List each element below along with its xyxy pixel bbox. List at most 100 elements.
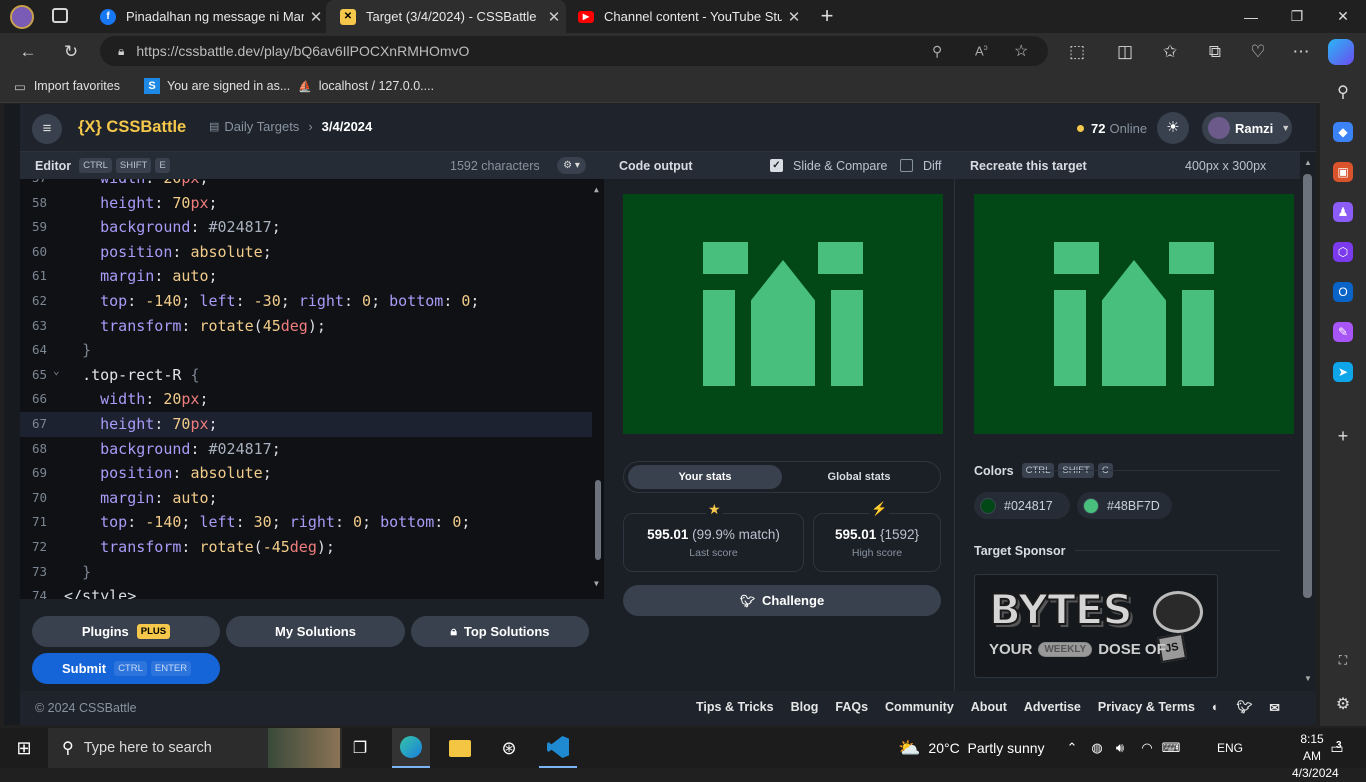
menu-icon[interactable]: ≡ (32, 114, 62, 144)
slide-compare-label[interactable]: Slide & Compare (793, 159, 888, 173)
code-editor[interactable]: 57 width: 20px;58 height: 70px;59 backgr… (20, 179, 604, 599)
color-chip-light[interactable]: #48BF7D (1077, 492, 1172, 519)
target-image[interactable] (974, 194, 1294, 434)
address-bar[interactable]: 🔒︎ https://cssbattle.dev/play/bQ6av6IlPO… (100, 36, 1048, 66)
theme-toggle-button[interactable]: ☀ (1157, 112, 1189, 144)
screenshot-icon[interactable]: ⛶ (1333, 650, 1353, 670)
close-window-button[interactable]: ✕ (1320, 0, 1366, 33)
code-line[interactable]: 70 margin: auto; (20, 486, 604, 511)
diff-checkbox[interactable] (900, 159, 913, 172)
challenge-button[interactable]: 🐦︎ Challenge (623, 585, 941, 616)
code-line[interactable]: 65 .top-rect-R {⌄ (20, 363, 604, 388)
split-screen-icon[interactable]: ◫ (1110, 37, 1140, 67)
taskbar-search[interactable]: ⚲ Type here to search (48, 728, 342, 768)
favorite-localhost[interactable]: ⛵ localhost / 127.0.0.... (298, 70, 434, 102)
code-line[interactable]: 74 </style> (20, 584, 604, 599)
editor-scrollbar[interactable]: ▲ ▼ (592, 179, 604, 599)
volume-icon[interactable]: 🔊︎ (1109, 728, 1131, 768)
file-explorer-icon[interactable] (441, 728, 479, 768)
scroll-thumb[interactable] (1303, 174, 1312, 598)
favorite-star-icon[interactable]: ☆ (1014, 41, 1028, 61)
code-line[interactable]: 58 height: 70px; (20, 191, 604, 216)
slide-compare-checkbox[interactable]: ✓ (770, 159, 783, 172)
twitter-icon[interactable]: 🐦︎ (1236, 700, 1252, 715)
code-line[interactable]: 72 transform: rotate(-45deg); (20, 535, 604, 560)
footer-link-about[interactable]: About (971, 700, 1007, 715)
refresh-button[interactable]: ↻ (56, 37, 86, 67)
settings-gear-icon[interactable]: ⚙ (1333, 694, 1353, 714)
footer-link-faqs[interactable]: FAQs (835, 700, 868, 715)
scroll-up-arrow[interactable]: ▲ (594, 185, 599, 194)
mail-icon[interactable]: ✉ (1269, 700, 1279, 715)
breadcrumb-daily-targets[interactable]: Daily Targets (224, 119, 299, 134)
color-chip-dark[interactable]: #024817 (974, 492, 1070, 519)
shopping-tag-icon[interactable]: ◆ (1333, 122, 1353, 142)
copilot-icon[interactable] (1328, 39, 1354, 65)
weather-widget[interactable]: ⛅ 20°C Partly sunny (898, 728, 1045, 768)
outlook-icon[interactable]: O (1333, 282, 1353, 302)
scroll-thumb[interactable] (595, 480, 601, 560)
network-icon[interactable]: ◠ (1136, 728, 1158, 768)
code-line[interactable]: 68 background: #024817; (20, 437, 604, 462)
profile-avatar[interactable] (10, 5, 34, 29)
tools-briefcase-icon[interactable]: ▣ (1333, 162, 1353, 182)
footer-link-tips[interactable]: Tips & Tricks (696, 700, 774, 715)
code-line[interactable]: 71 top: -140; left: 30; right: 0; bottom… (20, 510, 604, 535)
windows-start-icon[interactable]: ⊞ (0, 728, 48, 768)
code-line[interactable]: 62 top: -140; left: -30; right: 0; botto… (20, 289, 604, 314)
my-solutions-button[interactable]: My Solutions (226, 616, 405, 647)
close-tab-icon[interactable]: ✕ (542, 8, 566, 26)
editor-settings-button[interactable]: ⚙ ▾ (557, 157, 586, 174)
code-line[interactable]: 60 position: absolute; (20, 240, 604, 265)
code-line[interactable]: 73 } (20, 560, 604, 585)
games-icon[interactable]: ♟ (1333, 202, 1353, 222)
microsoft-365-icon[interactable]: ⬡ (1333, 242, 1353, 262)
keyboard-icon[interactable]: ⌨ (1160, 728, 1182, 768)
sponsor-ad-bytes[interactable]: BYTES JS YOUR WEEKLY DOSE OF (974, 574, 1218, 678)
notification-center-icon[interactable]: ▭ 3 (1322, 728, 1352, 768)
plugins-button[interactable]: Plugins PLUS (32, 616, 220, 647)
favorite-signed-in[interactable]: S You are signed in as... (144, 70, 290, 102)
add-sidebar-icon[interactable]: + (1333, 426, 1353, 446)
extensions-icon[interactable]: ⬚ (1062, 37, 1092, 67)
tab-cssbattle[interactable]: ✕ Target (3/4/2024) - CSSBattle ✕ (326, 0, 566, 33)
show-hidden-icons[interactable]: ⌃ (1062, 728, 1082, 768)
send-icon[interactable]: ➤ (1333, 362, 1353, 382)
scroll-up-arrow[interactable]: ▲ (1304, 158, 1312, 167)
global-stats-tab[interactable]: Global stats (782, 465, 936, 489)
cssbattle-logo[interactable]: {X} CSSBattle (78, 118, 186, 137)
discord-icon[interactable]: ◐ (1212, 700, 1220, 715)
submit-button[interactable]: Submit CTRL ENTER (32, 653, 220, 684)
footer-link-community[interactable]: Community (885, 700, 954, 715)
edge-taskbar-icon[interactable] (392, 728, 430, 768)
zoom-icon[interactable]: ⚲ (932, 43, 942, 60)
diff-label[interactable]: Diff (923, 159, 942, 173)
search-icon[interactable]: ⚲ (1333, 82, 1353, 102)
top-solutions-button[interactable]: 🔒︎ Top Solutions (411, 616, 589, 647)
tab-actions-icon[interactable] (52, 8, 68, 23)
close-tab-icon[interactable]: ✕ (782, 8, 806, 26)
user-menu-button[interactable]: Ramzi ▼ (1202, 112, 1292, 144)
meet-now-icon[interactable]: ◍ (1086, 728, 1108, 768)
code-line[interactable]: 59 background: #024817; (20, 215, 604, 240)
footer-link-advertise[interactable]: Advertise (1024, 700, 1081, 715)
tab-facebook[interactable]: f Pinadalhan ng message ni Maria ✕ (86, 0, 328, 33)
vscode-icon[interactable] (539, 728, 577, 768)
footer-link-blog[interactable]: Blog (791, 700, 819, 715)
code-line[interactable]: 63 transform: rotate(45deg); (20, 314, 604, 339)
new-tab-button[interactable]: + (814, 4, 840, 30)
favorites-icon[interactable]: ✩ (1155, 37, 1185, 67)
scroll-down-arrow[interactable]: ▼ (1304, 674, 1312, 683)
your-stats-tab[interactable]: Your stats (628, 465, 782, 489)
fold-chevron-icon[interactable]: ⌄ (53, 359, 60, 384)
code-line[interactable]: 67 height: 70px; (20, 412, 604, 437)
page-scrollbar[interactable]: ▲ ▼ (1300, 152, 1316, 691)
read-aloud-icon[interactable]: Aↄ (975, 43, 988, 58)
browser-essentials-icon[interactable]: ♡ (1243, 37, 1273, 67)
task-view-icon[interactable]: ❐ (342, 728, 378, 768)
minimize-button[interactable]: — (1228, 0, 1274, 33)
tab-youtube-studio[interactable]: ▶ Channel content - YouTube Studio ✕ (564, 0, 806, 33)
footer-link-privacy[interactable]: Privacy & Terms (1098, 700, 1195, 715)
code-line[interactable]: 66 width: 20px; (20, 387, 604, 412)
close-tab-icon[interactable]: ✕ (304, 8, 328, 26)
